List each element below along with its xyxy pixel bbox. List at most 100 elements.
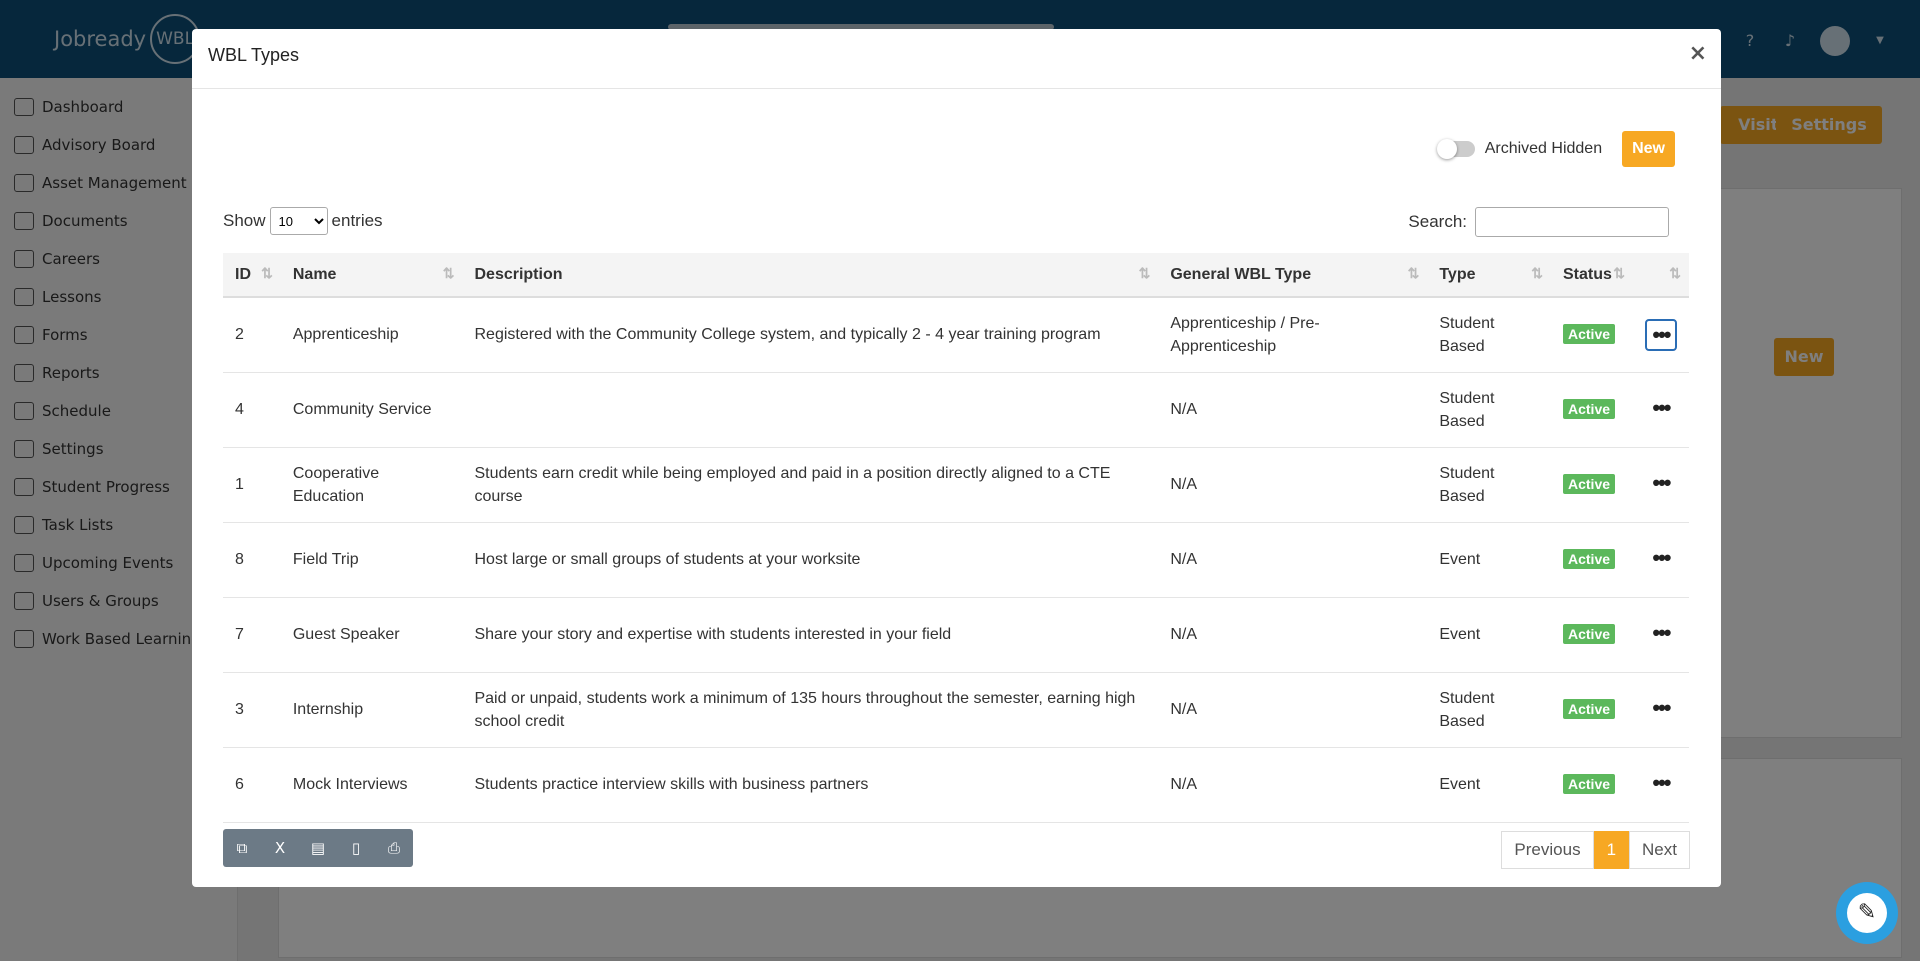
new-button[interactable]: New <box>1622 131 1675 167</box>
more-options-icon[interactable]: ••• <box>1645 769 1677 801</box>
sort-icon: ⇅ <box>261 265 273 281</box>
search-label: Search: <box>1408 212 1467 231</box>
cell-id: 7 <box>223 597 281 673</box>
sort-icon: ⇅ <box>1669 265 1681 281</box>
table-row[interactable]: 3 Internship Paid or unpaid, students wo… <box>223 672 1689 748</box>
cell-actions: ••• <box>1632 522 1689 598</box>
page-1-button[interactable]: 1 <box>1593 831 1630 869</box>
col-type[interactable]: Type ⇅ <box>1427 253 1551 298</box>
cell-status: Active <box>1551 747 1633 823</box>
cell-id: 6 <box>223 747 281 823</box>
col-description[interactable]: Description ⇅ <box>462 253 1159 298</box>
sort-icon: ⇅ <box>1407 265 1420 281</box>
pagination: Previous 1 Next <box>1501 831 1690 869</box>
more-options-icon[interactable]: ••• <box>1645 544 1677 576</box>
cell-type: Student Based <box>1427 672 1551 748</box>
table-row[interactable]: 7 Guest Speaker Share your story and exp… <box>223 597 1689 673</box>
cell-id: 1 <box>223 447 281 523</box>
cell-id: 3 <box>223 672 281 748</box>
chat-icon: ✎ <box>1847 893 1887 933</box>
cell-status: Active <box>1551 447 1633 523</box>
sort-icon: ⇅ <box>1138 265 1151 281</box>
cell-actions: ••• <box>1632 597 1689 673</box>
table-row[interactable]: 6 Mock Interviews Students practice inte… <box>223 747 1689 823</box>
cell-id: 2 <box>223 297 281 373</box>
cell-general: N/A <box>1158 522 1428 598</box>
print-icon[interactable]: ⎙ <box>375 829 413 867</box>
more-options-icon[interactable]: ••• <box>1645 394 1677 426</box>
col-status[interactable]: Status ⇅ <box>1551 253 1633 298</box>
chat-widget[interactable]: ✎ <box>1836 882 1898 944</box>
cell-type: Event <box>1427 747 1551 823</box>
cell-type: Event <box>1427 522 1551 598</box>
cell-type: Student Based <box>1427 297 1551 373</box>
more-options-icon[interactable]: ••• <box>1644 318 1677 351</box>
entries-length: Show 10 entries <box>223 207 383 235</box>
archived-toggle[interactable] <box>1436 139 1475 159</box>
cell-name: Cooperative Education <box>280 447 463 523</box>
sort-icon: ⇅ <box>1531 265 1543 281</box>
cell-status: Active <box>1551 672 1633 748</box>
cell-name: Apprenticeship <box>280 297 463 373</box>
more-options-icon[interactable]: ••• <box>1645 469 1677 501</box>
table-row[interactable]: 1 Cooperative Education Students earn cr… <box>223 447 1689 523</box>
search-input[interactable] <box>1475 207 1669 237</box>
cell-name: Field Trip <box>280 522 463 598</box>
cell-actions: ••• <box>1632 672 1689 748</box>
status-badge: Active <box>1563 774 1616 794</box>
status-badge: Active <box>1563 699 1616 719</box>
cell-general: N/A <box>1158 447 1428 523</box>
show-label: Show <box>223 211 266 230</box>
status-badge: Active <box>1563 399 1616 419</box>
cell-status: Active <box>1551 372 1633 448</box>
csv-icon[interactable]: ▤ <box>299 829 337 867</box>
cell-general: N/A <box>1158 747 1428 823</box>
modal-toolbar: Archived Hidden New <box>1436 131 1675 167</box>
col-label: Status <box>1563 265 1612 283</box>
modal-title: WBL Types <box>208 45 300 65</box>
entries-select[interactable]: 10 <box>269 207 328 235</box>
table-header-row: ID ⇅ Name ⇅ Description ⇅ General WBL Type ⇅… <box>223 253 1689 298</box>
cell-description: Students earn credit while being employe… <box>462 447 1159 523</box>
table-row[interactable]: 2 Apprenticeship Registered with the Com… <box>223 297 1689 373</box>
status-badge: Active <box>1563 324 1616 345</box>
cell-status: Active <box>1551 597 1633 673</box>
wbl-types-modal: WBL Types × Archived Hidden New Show 10 … <box>192 29 1721 887</box>
cell-type: Student Based <box>1427 372 1551 448</box>
cell-general: N/A <box>1158 372 1428 448</box>
cell-type: Student Based <box>1427 447 1551 523</box>
cell-actions: ••• <box>1632 447 1689 523</box>
col-label: Type <box>1439 265 1476 283</box>
cell-actions: ••• <box>1632 747 1689 823</box>
table-row[interactable]: 4 Community Service N/A Student Based Ac… <box>223 372 1689 448</box>
entries-label: entries <box>331 211 383 230</box>
status-badge: Active <box>1563 549 1616 569</box>
status-badge: Active <box>1563 624 1616 644</box>
cell-type: Event <box>1427 597 1551 673</box>
cell-name: Guest Speaker <box>280 597 463 673</box>
cell-name: Mock Interviews <box>280 747 463 823</box>
cell-description: Host large or small groups of students a… <box>462 522 1159 598</box>
previous-button[interactable]: Previous <box>1501 831 1594 869</box>
cell-actions: ••• <box>1632 297 1689 373</box>
wbl-types-table: ID ⇅ Name ⇅ Description ⇅ General WBL Type ⇅… <box>223 253 1689 823</box>
excel-icon[interactable]: X <box>261 829 299 867</box>
cell-description: Students practice interview skills with … <box>462 747 1159 823</box>
more-options-icon[interactable]: ••• <box>1645 694 1677 726</box>
cell-description: Registered with the Community College sy… <box>462 297 1159 373</box>
pdf-icon[interactable]: ▯ <box>337 829 375 867</box>
col-label: Name <box>292 265 337 283</box>
table-row[interactable]: 8 Field Trip Host large or small groups … <box>223 522 1689 598</box>
more-options-icon[interactable]: ••• <box>1645 619 1677 651</box>
col-actions[interactable]: ⇅ <box>1632 253 1689 298</box>
col-name[interactable]: Name ⇅ <box>280 253 463 298</box>
copy-icon[interactable]: ⧉ <box>223 829 261 867</box>
cell-name: Community Service <box>280 372 463 448</box>
col-id[interactable]: ID ⇅ <box>223 253 281 298</box>
sort-icon: ⇅ <box>1613 265 1625 281</box>
next-button[interactable]: Next <box>1629 831 1690 869</box>
cell-general: N/A <box>1158 597 1428 673</box>
cell-description: Paid or unpaid, students work a minimum … <box>462 672 1159 748</box>
close-icon[interactable]: × <box>1689 41 1707 66</box>
col-general-wbl-type[interactable]: General WBL Type ⇅ <box>1158 253 1428 298</box>
